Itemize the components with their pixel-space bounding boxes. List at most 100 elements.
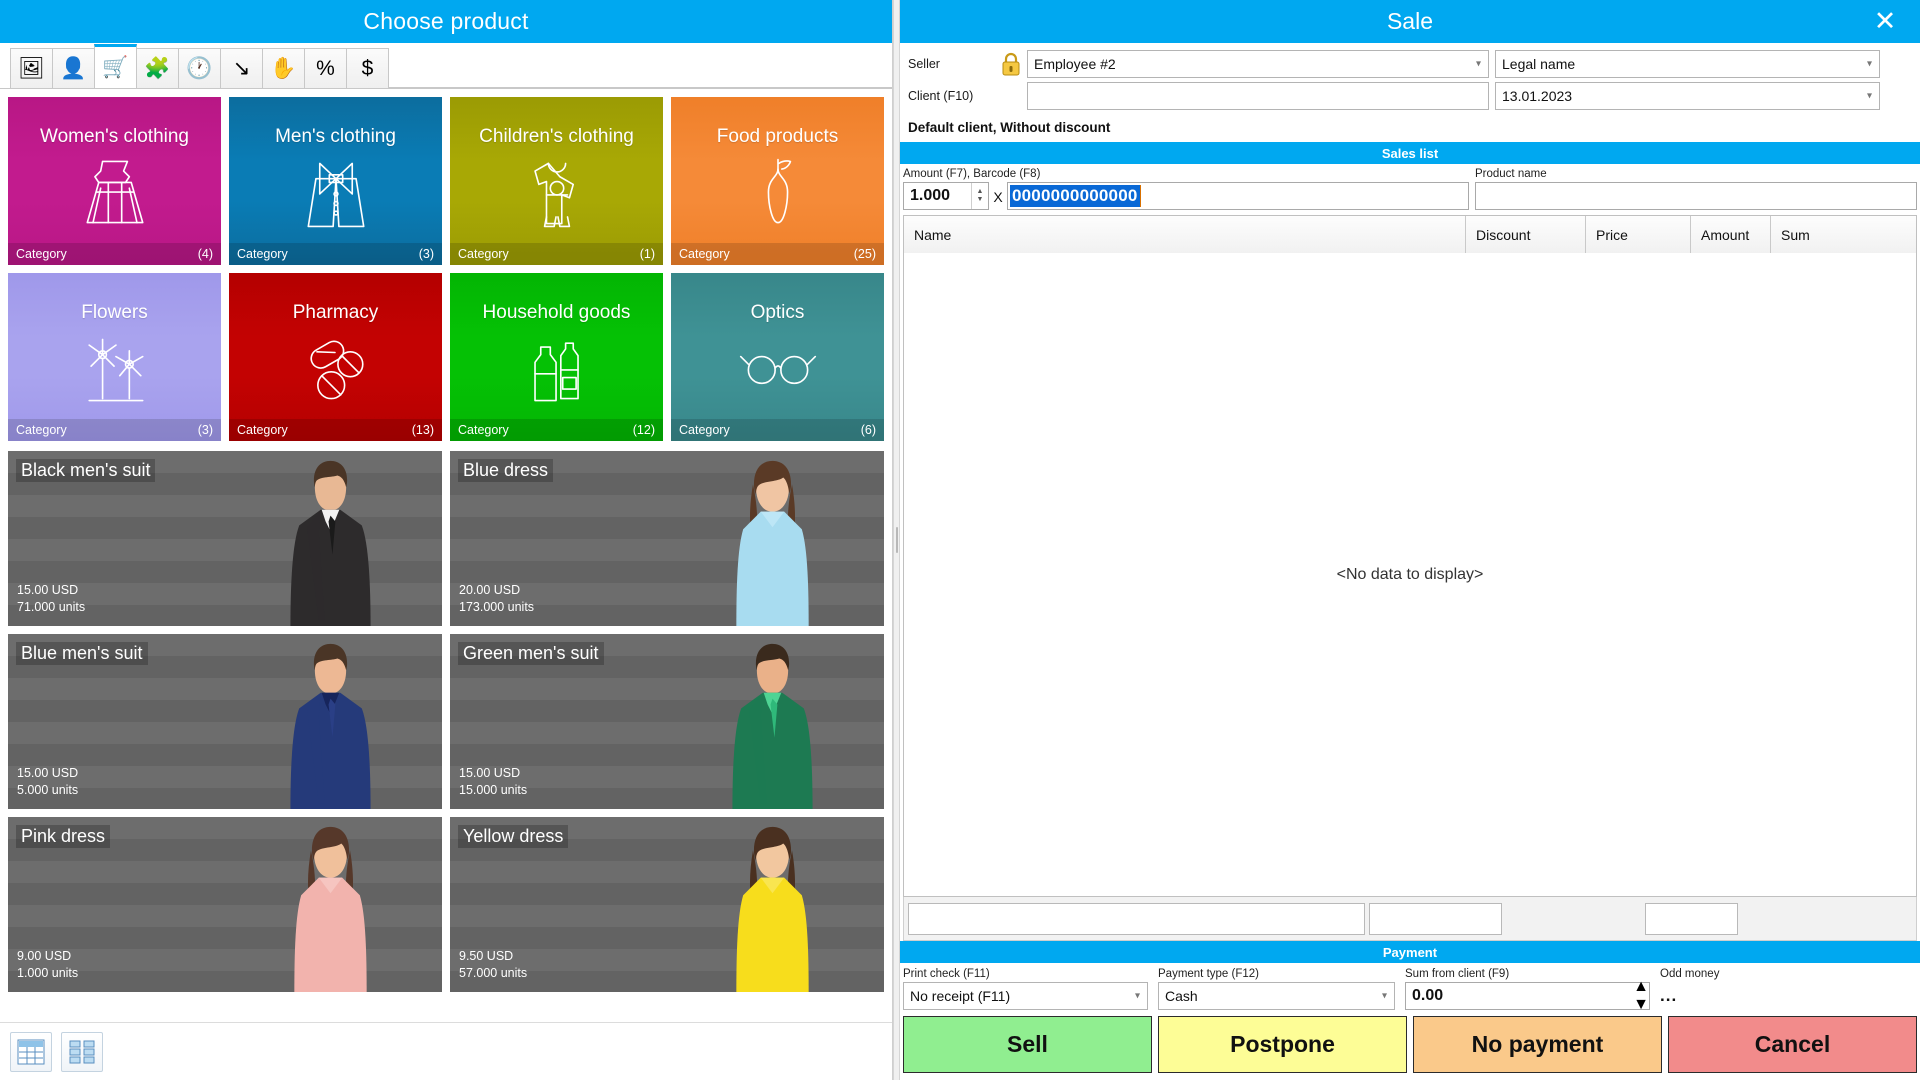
choose-product-title: Choose product xyxy=(0,0,892,43)
percent-tab[interactable]: % xyxy=(304,48,347,88)
picture-tab[interactable]: 🖼 xyxy=(10,48,53,88)
product-card-meta: 9.50 USD 57.000 units xyxy=(459,948,527,982)
column-header-amount[interactable]: Amount xyxy=(1691,216,1771,253)
category-tile[interactable]: Pharmacy Category (13) xyxy=(229,273,442,441)
category-tile[interactable]: Men's clothing Category (3) xyxy=(229,97,442,265)
payment-type-combo[interactable]: Cash xyxy=(1158,982,1395,1010)
print-check-combo[interactable]: No receipt (F11) xyxy=(903,982,1148,1010)
category-count: (25) xyxy=(853,247,876,261)
puzzle-icon: 🧩 xyxy=(144,57,171,80)
product-card-name: Blue dress xyxy=(458,459,554,482)
category-caption: Category xyxy=(16,423,67,437)
category-romper-icon xyxy=(450,148,663,243)
category-tile-footer: Category (1) xyxy=(450,243,663,265)
lock-icon[interactable] xyxy=(998,50,1024,78)
column-header-sum[interactable]: Sum xyxy=(1771,216,1916,253)
sum-stepper-arrows[interactable]: ▲ ▼ xyxy=(1633,978,1649,1014)
category-caption: Category xyxy=(458,423,509,437)
product-card-name: Green men's suit xyxy=(458,642,604,665)
tile-view-button[interactable] xyxy=(61,1031,103,1072)
date-value: 13.01.2023 xyxy=(1502,88,1573,104)
category-tile-label: Household goods xyxy=(482,302,631,323)
seller-combo[interactable]: Employee #2 xyxy=(1027,50,1489,78)
hand-icon: ✋ xyxy=(270,57,297,80)
column-header-price[interactable]: Price xyxy=(1586,216,1691,253)
product-price: 20.00 USD xyxy=(459,583,521,598)
sum-from-client-stepper[interactable]: 0.00 ▲ ▼ xyxy=(1405,978,1650,1013)
cancel-button[interactable]: Cancel xyxy=(1668,1016,1917,1073)
product-name-input[interactable] xyxy=(1475,182,1917,210)
date-combo[interactable]: 13.01.2023 xyxy=(1495,82,1880,110)
amount-barcode-group: Amount (F7), Barcode (F8) 1.000 ▲ ▼ X 000… xyxy=(903,168,1469,210)
category-count: (13) xyxy=(411,423,434,437)
seller-row: Seller Employee #2 Legal name xyxy=(903,48,1917,80)
category-tile[interactable]: Flowers Category (3) xyxy=(8,273,221,441)
person-tab[interactable]: 👤 xyxy=(52,48,95,88)
clock-tab[interactable]: 🕐 xyxy=(178,48,221,88)
category-bottles-icon xyxy=(450,324,663,419)
product-card[interactable]: Yellow dress 9.50 USD 57.000 units xyxy=(450,817,884,992)
category-tile-footer: Category (4) xyxy=(8,243,221,265)
category-tile[interactable]: Food products Category (25) xyxy=(671,97,884,265)
legal-name-combo[interactable]: Legal name xyxy=(1495,50,1880,78)
client-row: Client (F10) 13.01.2023 xyxy=(903,80,1917,112)
product-card-meta: 15.00 USD 71.000 units xyxy=(17,582,85,616)
coin-tab[interactable]: $ xyxy=(346,48,389,88)
category-tile-label: Men's clothing xyxy=(275,126,396,147)
category-grid: Women's clothing Category (4) Men's clothin… xyxy=(8,97,884,441)
client-input[interactable] xyxy=(1027,82,1489,110)
multiply-symbol: X xyxy=(993,189,1003,205)
category-tile-label: Flowers xyxy=(81,302,148,323)
category-count: (4) xyxy=(197,247,213,261)
product-card[interactable]: Green men's suit 15.00 USD 15.000 units xyxy=(450,634,884,809)
column-header-discount[interactable]: Discount xyxy=(1466,216,1586,253)
product-price: 15.00 USD xyxy=(17,583,79,598)
table-view-button[interactable] xyxy=(10,1031,52,1072)
tile-view-icon xyxy=(69,1040,95,1063)
close-icon[interactable]: ✕ xyxy=(1864,0,1906,43)
amount-stepper[interactable]: 1.000 ▲ ▼ xyxy=(903,182,989,210)
choose-product-panel: Choose product 🖼 👤 🛒 🧩 🕐 ↘ ✋% $ Women's clothin… xyxy=(0,0,893,1080)
category-tile-footer: Category (25) xyxy=(671,243,884,265)
sum-from-client-label: Sum from client (F9) xyxy=(1405,968,1510,980)
curved-arrow-down-icon: ↘ xyxy=(232,57,251,80)
sale-title-text: Sale xyxy=(1386,8,1434,34)
puzzle-tab[interactable]: 🧩 xyxy=(136,48,179,88)
product-card[interactable]: Black men's suit 15.00 USD 71.000 units xyxy=(8,451,442,626)
product-card[interactable]: Blue men's suit 15.00 USD 5.000 units xyxy=(8,634,442,809)
category-caption: Category xyxy=(237,247,288,261)
product-price: 15.00 USD xyxy=(459,766,521,781)
column-header-name[interactable]: Name xyxy=(904,216,1466,253)
category-tile[interactable]: Women's clothing Category (4) xyxy=(8,97,221,265)
category-tile-footer: Category (3) xyxy=(8,419,221,441)
product-price: 9.50 USD xyxy=(459,949,514,964)
product-card[interactable]: Pink dress 9.00 USD 1.000 units xyxy=(8,817,442,992)
totals-discount-box xyxy=(1369,902,1502,935)
product-units: 173.000 units xyxy=(459,600,535,615)
category-caption: Category xyxy=(458,247,509,261)
amount-stepper-arrows[interactable]: ▲ ▼ xyxy=(971,183,988,209)
panel-splitter[interactable] xyxy=(893,0,900,1080)
category-tile-footer: Category (12) xyxy=(450,419,663,441)
postpone-button[interactable]: Postpone xyxy=(1158,1016,1407,1073)
no-payment-button[interactable]: No payment xyxy=(1413,1016,1662,1073)
empty-state-text: <No data to display> xyxy=(1336,565,1484,583)
sell-button[interactable]: Sell xyxy=(903,1016,1152,1073)
payment-type-value: Cash xyxy=(1165,988,1198,1004)
hand-tab[interactable]: ✋ xyxy=(262,48,305,88)
category-tile-label: Optics xyxy=(750,302,805,323)
shopping-cart-icon: 🛒 xyxy=(102,56,129,79)
category-tile[interactable]: Household goods Category (12) xyxy=(450,273,663,441)
arrow-tab[interactable]: ↘ xyxy=(220,48,263,88)
product-card[interactable]: Blue dress 20.00 USD 173.000 units xyxy=(450,451,884,626)
product-grid: Black men's suit 15.00 USD 71.000 units Blu… xyxy=(8,451,884,992)
product-browser: Women's clothing Category (4) Men's clothin… xyxy=(0,89,892,1022)
product-card-name: Pink dress xyxy=(16,825,111,848)
category-tile[interactable]: Children's clothing Category (1) xyxy=(450,97,663,265)
sales-table-body: <No data to display> xyxy=(904,253,1916,896)
category-tile[interactable]: Optics Category (6) xyxy=(671,273,884,441)
clock-icon: 🕐 xyxy=(186,57,213,80)
cart-tab[interactable]: 🛒 xyxy=(94,44,137,88)
barcode-input[interactable]: 0000000000000 xyxy=(1007,182,1469,210)
odd-money-group: Odd money ... xyxy=(1660,968,1719,1010)
